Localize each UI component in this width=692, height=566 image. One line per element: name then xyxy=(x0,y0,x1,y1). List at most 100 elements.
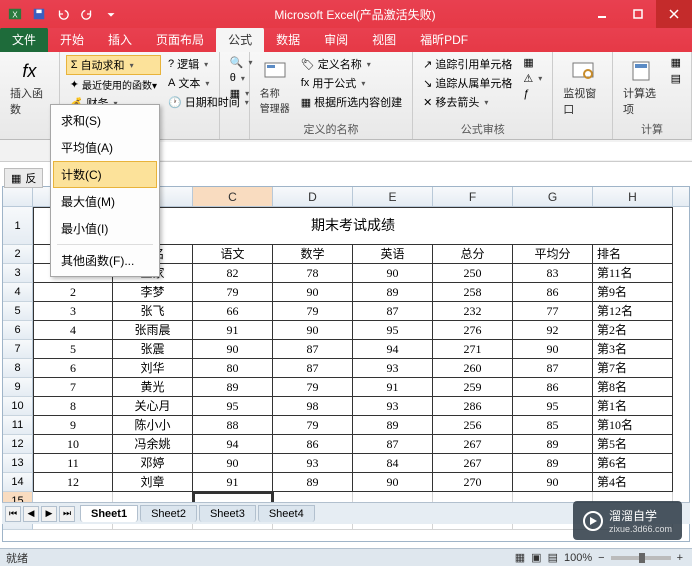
view-normal-icon[interactable]: ▦ xyxy=(515,551,525,564)
data-cell[interactable]: 第12名 xyxy=(593,302,673,321)
undo-icon[interactable] xyxy=(52,4,74,24)
autosum-button[interactable]: Σ 自动求和 ▾ xyxy=(66,55,161,75)
data-cell[interactable]: 267 xyxy=(433,435,513,454)
row-head-5[interactable]: 5 xyxy=(3,302,33,321)
data-cell[interactable]: 89 xyxy=(513,435,593,454)
data-cell[interactable]: 黄光 xyxy=(113,378,193,397)
view-layout-icon[interactable]: ▣ xyxy=(531,551,541,564)
data-cell[interactable]: 90 xyxy=(193,340,273,359)
col-H[interactable]: H xyxy=(593,187,673,206)
error-check-button[interactable]: ⚠▾ xyxy=(519,71,546,86)
data-cell[interactable]: 92 xyxy=(513,321,593,340)
data-cell[interactable]: 87 xyxy=(273,340,353,359)
data-cell[interactable]: 陈小小 xyxy=(113,416,193,435)
tab-data[interactable]: 数据 xyxy=(264,27,312,52)
sheet-nav-prev[interactable]: ◀ xyxy=(23,506,39,522)
menu-max[interactable]: 最大值(M) xyxy=(53,188,157,215)
data-cell[interactable]: 邓婷 xyxy=(113,454,193,473)
calculate-now-button[interactable]: ▦ xyxy=(667,55,685,70)
data-cell[interactable]: 第4名 xyxy=(593,473,673,492)
row-head-11[interactable]: 11 xyxy=(3,416,33,435)
data-cell[interactable]: 85 xyxy=(513,416,593,435)
sheet-tab-1[interactable]: Sheet1 xyxy=(80,505,138,522)
data-cell[interactable]: 95 xyxy=(353,321,433,340)
data-cell[interactable]: 89 xyxy=(513,454,593,473)
data-cell[interactable]: 5 xyxy=(33,340,113,359)
row-head-8[interactable]: 8 xyxy=(3,359,33,378)
data-cell[interactable]: 80 xyxy=(193,359,273,378)
data-cell[interactable]: 第7名 xyxy=(593,359,673,378)
data-cell[interactable]: 89 xyxy=(353,416,433,435)
data-cell[interactable]: 6 xyxy=(33,359,113,378)
qat-customize-icon[interactable] xyxy=(100,4,122,24)
header-cell[interactable]: 数学 xyxy=(273,245,353,264)
row-head-6[interactable]: 6 xyxy=(3,321,33,340)
data-cell[interactable]: 94 xyxy=(193,435,273,454)
data-cell[interactable]: 10 xyxy=(33,435,113,454)
maximize-button[interactable] xyxy=(620,0,656,28)
data-cell[interactable]: 87 xyxy=(513,359,593,378)
sheet-nav-last[interactable]: ⏭ xyxy=(59,506,75,522)
data-cell[interactable]: 260 xyxy=(433,359,513,378)
data-cell[interactable]: 冯余姚 xyxy=(113,435,193,454)
data-cell[interactable]: 李梦 xyxy=(113,283,193,302)
data-cell[interactable]: 张雨晨 xyxy=(113,321,193,340)
data-cell[interactable]: 87 xyxy=(273,359,353,378)
zoom-slider[interactable] xyxy=(611,556,671,560)
calc-options-button[interactable]: 计算选项 xyxy=(619,55,664,119)
data-cell[interactable]: 79 xyxy=(273,302,353,321)
data-cell[interactable]: 11 xyxy=(33,454,113,473)
select-all-corner[interactable] xyxy=(3,187,33,206)
zoom-level[interactable]: 100% xyxy=(564,552,592,564)
data-cell[interactable]: 第11名 xyxy=(593,264,673,283)
sheet-tab-2[interactable]: Sheet2 xyxy=(140,505,197,522)
tab-formulas[interactable]: 公式 xyxy=(216,27,264,52)
col-C[interactable]: C xyxy=(193,187,273,206)
sheet-nav-next[interactable]: ▶ xyxy=(41,506,57,522)
tab-insert[interactable]: 插入 xyxy=(96,27,144,52)
calculate-sheet-button[interactable]: ▤ xyxy=(667,71,685,86)
data-cell[interactable]: 66 xyxy=(193,302,273,321)
data-cell[interactable]: 259 xyxy=(433,378,513,397)
data-cell[interactable]: 90 xyxy=(353,473,433,492)
data-cell[interactable]: 张飞 xyxy=(113,302,193,321)
data-cell[interactable]: 79 xyxy=(273,416,353,435)
data-cell[interactable]: 95 xyxy=(193,397,273,416)
menu-more-functions[interactable]: 其他函数(F)... xyxy=(53,247,157,274)
row-head-2[interactable]: 2 xyxy=(3,245,33,264)
data-cell[interactable]: 79 xyxy=(273,378,353,397)
data-cell[interactable]: 86 xyxy=(513,378,593,397)
row-head-10[interactable]: 10 xyxy=(3,397,33,416)
row-head-3[interactable]: 3 xyxy=(3,264,33,283)
data-cell[interactable]: 276 xyxy=(433,321,513,340)
tab-home[interactable]: 开始 xyxy=(48,27,96,52)
data-cell[interactable]: 82 xyxy=(193,264,273,283)
data-cell[interactable]: 258 xyxy=(433,283,513,302)
data-cell[interactable]: 93 xyxy=(353,359,433,378)
data-cell[interactable]: 95 xyxy=(513,397,593,416)
data-cell[interactable]: 89 xyxy=(273,473,353,492)
row-head-14[interactable]: 14 xyxy=(3,473,33,492)
data-cell[interactable]: 4 xyxy=(33,321,113,340)
define-name-button[interactable]: 🏷定义名称▾ xyxy=(297,55,406,73)
data-cell[interactable]: 12 xyxy=(33,473,113,492)
data-cell[interactable]: 87 xyxy=(353,302,433,321)
col-G[interactable]: G xyxy=(513,187,593,206)
col-E[interactable]: E xyxy=(353,187,433,206)
data-cell[interactable]: 90 xyxy=(513,340,593,359)
data-cell[interactable]: 第9名 xyxy=(593,283,673,302)
data-cell[interactable]: 250 xyxy=(433,264,513,283)
header-cell[interactable]: 平均分 xyxy=(513,245,593,264)
evaluate-button[interactable]: ƒ xyxy=(519,87,546,101)
show-formulas-button[interactable]: ▦ xyxy=(519,55,546,70)
data-cell[interactable]: 第10名 xyxy=(593,416,673,435)
data-cell[interactable]: 89 xyxy=(353,283,433,302)
formula-input[interactable] xyxy=(114,142,692,160)
tab-view[interactable]: 视图 xyxy=(360,27,408,52)
tab-review[interactable]: 审阅 xyxy=(312,27,360,52)
data-cell[interactable]: 78 xyxy=(273,264,353,283)
sheet-tab-4[interactable]: Sheet4 xyxy=(258,505,315,522)
workbook-window-tab[interactable]: ▦ 反 xyxy=(4,168,43,188)
data-cell[interactable]: 232 xyxy=(433,302,513,321)
use-in-formula-button[interactable]: fx用于公式▾ xyxy=(297,74,406,92)
